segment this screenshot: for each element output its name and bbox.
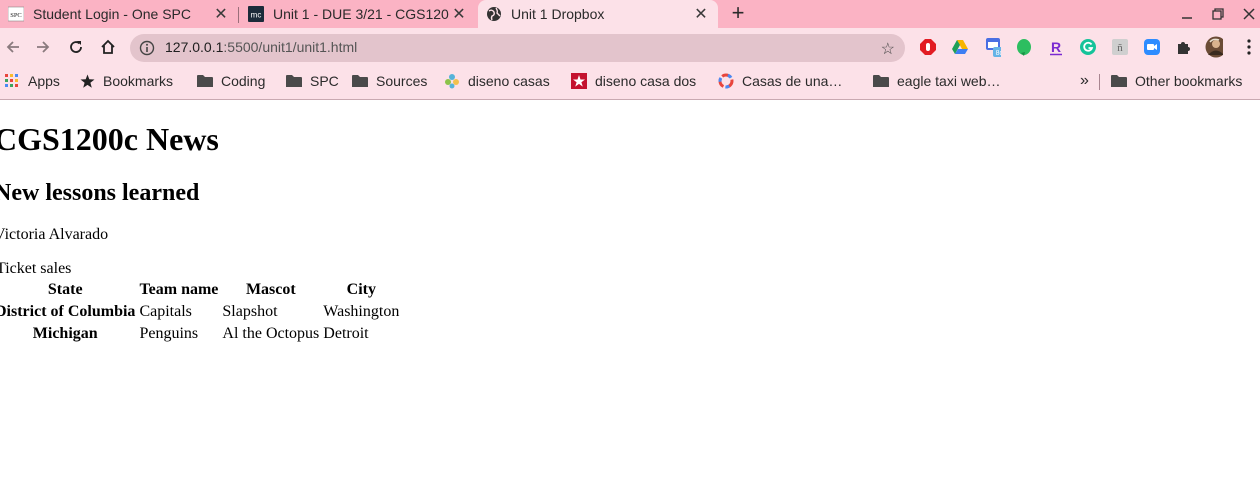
back-icon[interactable] [2, 36, 24, 58]
table-row: Michigan Penguins Al the Octopus Detroit [0, 324, 400, 344]
column-header-city: City [346, 281, 376, 298]
page-heading: CGS1200c News [0, 121, 219, 157]
globe-icon [486, 6, 502, 22]
extensions-puzzle-icon[interactable] [1175, 38, 1193, 56]
home-icon[interactable] [97, 36, 119, 58]
bookmark-star-icon[interactable]: ☆ [881, 39, 895, 59]
page-subheading: New lessons learned [0, 180, 200, 206]
bookmark-label: Other bookmarks [1135, 73, 1243, 89]
url-host: 127.0.0.1 [165, 39, 224, 55]
svg-text:ñ: ñ [1117, 42, 1123, 54]
table-cell-city: Washington [323, 303, 400, 320]
address-bar[interactable]: 127.0.0.1:5500/unit1/unit1.html ☆ [130, 34, 905, 62]
tab-student-login[interactable]: SPC Student Login - One SPC ✕ [0, 0, 238, 28]
column-header-mascot: Mascot [245, 281, 296, 298]
bookmark-folder-spc[interactable]: SPC [286, 66, 339, 96]
bookmarks-bar: Apps Bookmarks Coding SPC Sources diseno… [0, 66, 1260, 100]
close-tab-icon[interactable]: ✕ [450, 5, 468, 23]
evernote-extension-icon[interactable] [1015, 38, 1033, 56]
reload-icon[interactable] [65, 36, 87, 58]
table-row: District of Columbia Capitals Slapshot W… [0, 302, 400, 322]
close-tab-icon[interactable]: ✕ [692, 5, 710, 23]
zoom-extension-icon[interactable] [1143, 38, 1161, 56]
new-tab-button[interactable]: + [726, 2, 750, 26]
address-url: 127.0.0.1:5500/unit1/unit1.html [165, 39, 357, 55]
table-cell-team-name: Capitals [139, 303, 192, 320]
column-header-state: State [47, 281, 83, 298]
profile-avatar-icon[interactable] [1205, 36, 1223, 58]
url-path: :5500/unit1/unit1.html [223, 39, 358, 55]
minimize-icon[interactable] [1176, 4, 1198, 24]
adblock-extension-icon[interactable] [919, 38, 937, 56]
bookmark-diseno-casas[interactable]: diseno casas [444, 66, 550, 96]
row-header-state: Michigan [32, 325, 98, 342]
bookmarks-overflow-button[interactable]: » [1080, 66, 1089, 96]
folder-icon [352, 73, 368, 89]
bookmark-apps[interactable]: Apps [4, 66, 60, 96]
calendar-extension-icon[interactable]: 8d [983, 38, 1001, 57]
tab-separator [238, 7, 239, 23]
bookmark-folder-coding[interactable]: Coding [197, 66, 265, 96]
site-info-icon[interactable] [139, 40, 155, 56]
bookmark-folder-sources[interactable]: Sources [352, 66, 427, 96]
forward-icon[interactable] [32, 36, 54, 58]
bookmark-diseno-casa-dos[interactable]: diseno casa dos [571, 66, 696, 96]
bookmark-label: Casas de una… [742, 73, 843, 89]
r-extension-icon[interactable]: R [1047, 38, 1065, 56]
folder-icon [286, 73, 302, 89]
bookmark-label: Apps [28, 73, 60, 89]
bookmark-label: diseno casa dos [595, 73, 697, 89]
folder-icon [197, 73, 213, 89]
bookmark-bookmarks[interactable]: Bookmarks [79, 66, 173, 96]
star-icon [79, 73, 95, 89]
svg-text:SPC: SPC [10, 12, 22, 19]
spc-logo-icon: SPC [8, 6, 24, 22]
bookmark-label: eagle taxi web… [897, 73, 1001, 89]
table-cell-team-name: Penguins [139, 325, 199, 342]
bookmark-label: SPC [310, 73, 339, 89]
folder-icon [873, 73, 889, 89]
page-content: CGS1200c News New lessons learned Victor… [0, 100, 1260, 500]
bookmark-label: Bookmarks [103, 73, 174, 89]
tab-title: Student Login - One SPC [33, 6, 191, 22]
extension-badge: 8d [996, 50, 1001, 57]
svg-text:mc: mc [251, 11, 262, 20]
mycourses-logo-icon: mc [248, 6, 264, 22]
tab-unit1-dropbox[interactable]: Unit 1 Dropbox ✕ [478, 0, 718, 28]
google-drive-icon[interactable] [951, 38, 969, 56]
folder-icon [1111, 73, 1127, 89]
close-tab-icon[interactable]: ✕ [212, 5, 230, 23]
bookmarks-separator [1099, 74, 1100, 90]
restore-icon[interactable] [1207, 4, 1229, 24]
table-cell-mascot: Slapshot [222, 303, 278, 320]
grammarly-icon[interactable] [1079, 38, 1097, 56]
apps-grid-icon [4, 73, 20, 89]
menu-more-icon[interactable] [1240, 38, 1258, 56]
tab-title: Unit 1 Dropbox [511, 6, 605, 22]
bookmark-folder-eagle-taxi[interactable]: eagle taxi web… [873, 66, 1001, 96]
ticket-sales-table: Ticket sales State Team name Mascot City… [0, 260, 402, 346]
close-window-icon[interactable] [1238, 4, 1260, 24]
bookmark-folder-other[interactable]: Other bookmarks [1111, 66, 1242, 96]
bookmark-label: Coding [221, 73, 266, 89]
floral-favicon-icon [444, 73, 460, 89]
font-extension-icon[interactable]: ñ [1111, 38, 1129, 56]
svg-text:R: R [1051, 39, 1061, 55]
bookmark-label: Sources [376, 73, 428, 89]
table-cell-mascot: Al the Octopus [222, 325, 320, 342]
table-cell-city: Detroit [323, 325, 369, 342]
author-name: Victoria Alvarado [0, 226, 109, 243]
row-header-state: District of Columbia [0, 303, 136, 320]
browser-toolbar: 127.0.0.1:5500/unit1/unit1.html ☆ 8d R ñ [0, 28, 1260, 66]
bookmark-casas-de-una[interactable]: Casas de una… [718, 66, 842, 96]
tab-unit1-due[interactable]: mc Unit 1 - DUE 3/21 - CGS120 ✕ [240, 0, 476, 28]
tab-title: Unit 1 - DUE 3/21 - CGS120 [273, 6, 449, 22]
ring-favicon-icon [718, 73, 734, 89]
tab-strip: SPC Student Login - One SPC ✕ mc Unit 1 … [0, 0, 1260, 28]
table-header-row: State Team name Mascot City [0, 280, 400, 300]
red-star-favicon-icon [571, 73, 587, 89]
table-caption: Ticket sales [0, 260, 72, 277]
bookmark-label: diseno casas [468, 73, 550, 89]
column-header-team-name: Team name [139, 281, 219, 298]
